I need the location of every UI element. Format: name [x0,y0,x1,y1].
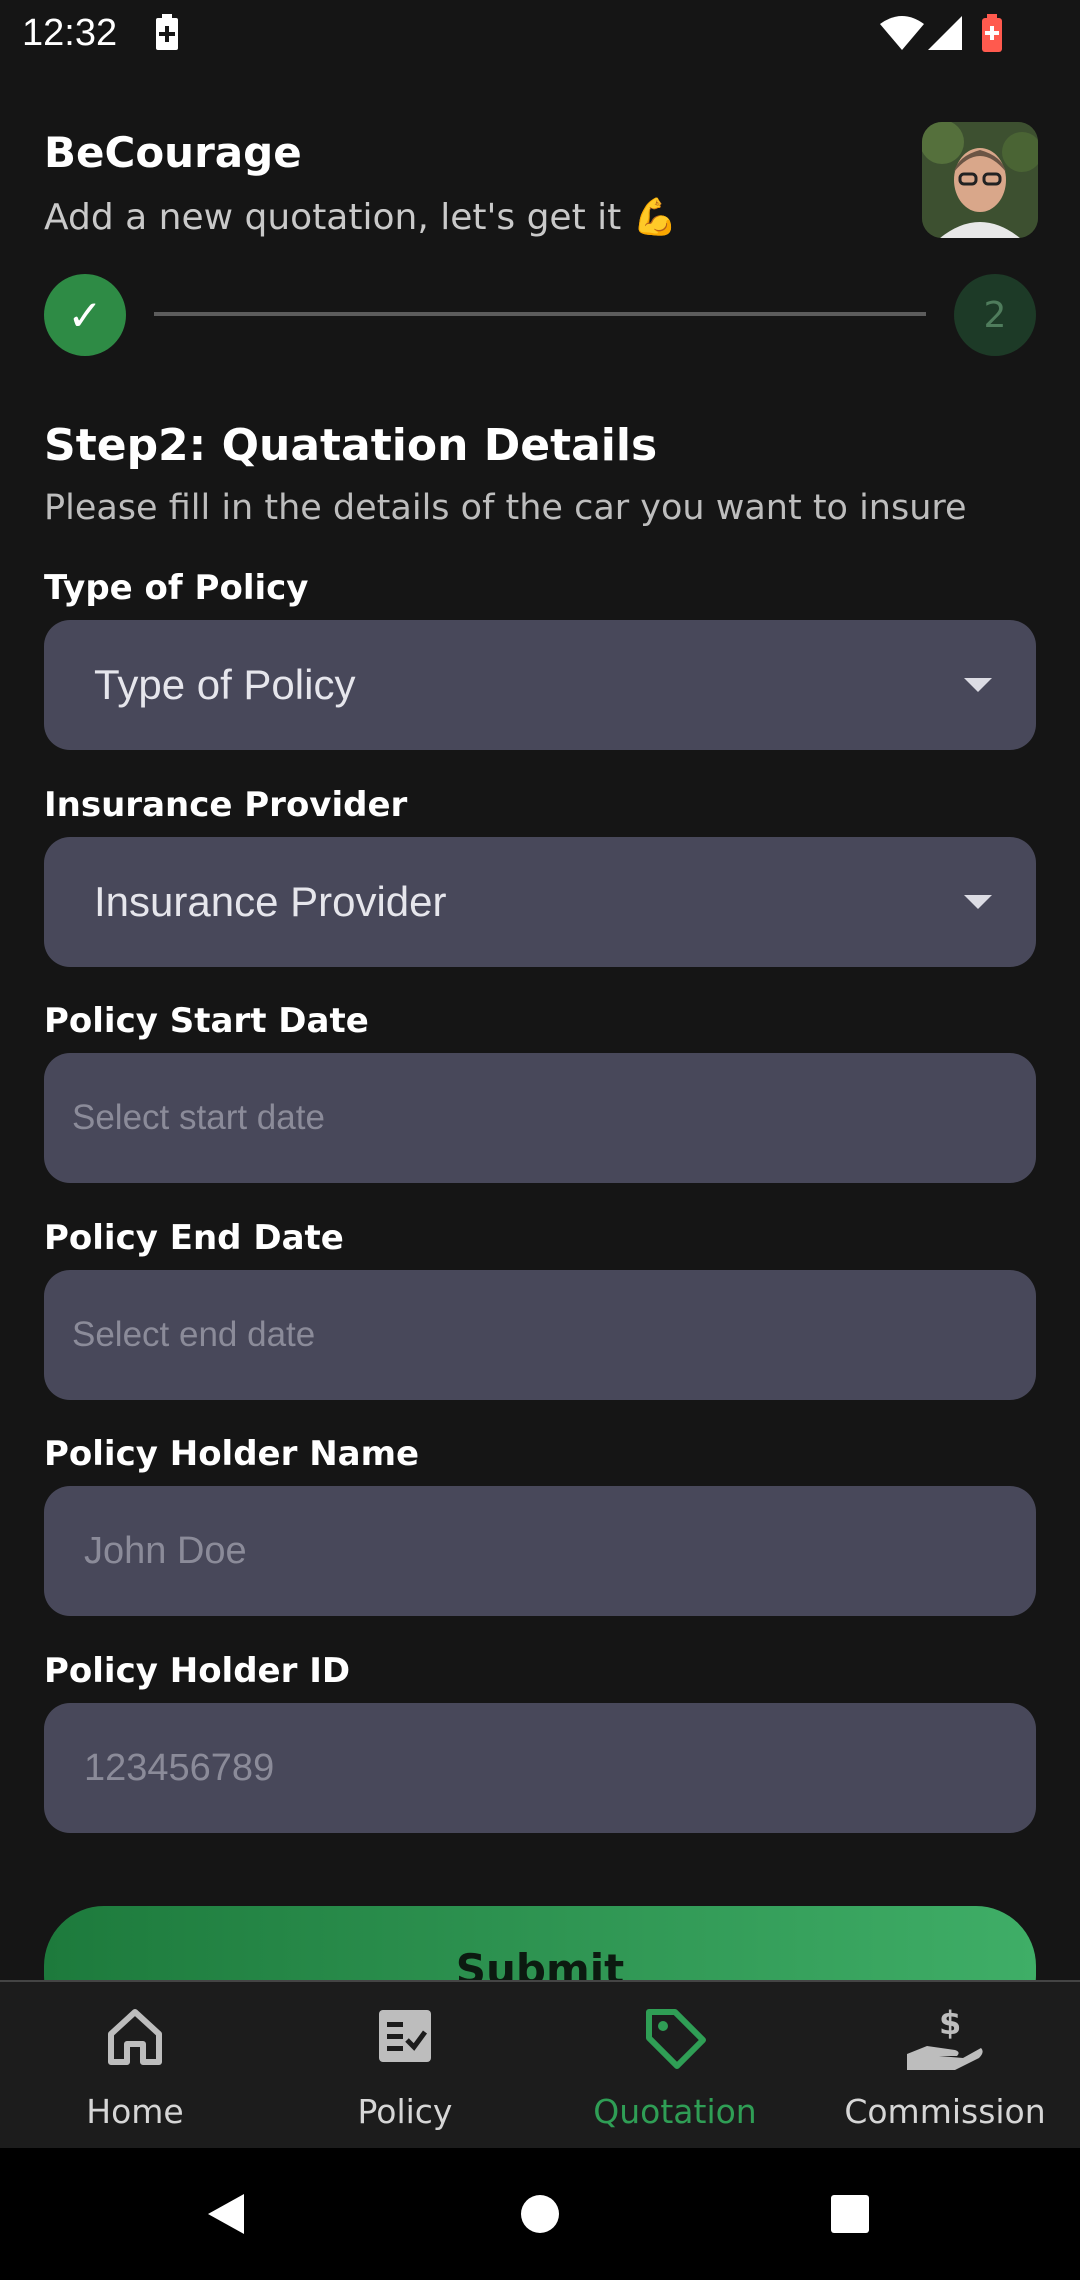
nav-item-commission[interactable]: $ Commission [810,1982,1080,2150]
policy-icon [373,2004,437,2072]
start-date-label: Policy Start Date [44,1001,369,1041]
holder-name-label: Policy Holder Name [44,1434,420,1474]
bottom-navigation: Home Policy Quotation $ Commission [0,1980,1080,2150]
dropdown-caret-icon [964,895,992,909]
tag-icon [641,2004,709,2076]
step-1-complete-indicator: ✓ [44,274,126,356]
app-title: BeCourage [44,128,302,177]
svg-text:$: $ [939,2004,961,2042]
start-date-field[interactable]: Select start date [44,1053,1036,1183]
nav-label-home: Home [86,2092,184,2131]
nav-item-home[interactable]: Home [0,1982,270,2150]
home-circle-icon[interactable] [520,2194,560,2238]
provider-label: Insurance Provider [44,785,408,825]
provider-select[interactable]: Insurance Provider [44,837,1036,967]
system-navigation-bar [0,2148,1080,2280]
page-subtitle: Add a new quotation, let's get it 💪 [44,197,678,238]
policy-type-value: Type of Policy [94,661,356,708]
policy-type-select[interactable]: Type of Policy [44,620,1036,750]
back-icon[interactable] [206,2192,246,2240]
status-time: 12:32 [22,12,118,54]
start-date-placeholder: Select start date [72,1098,325,1137]
nav-label-policy: Policy [357,2092,453,2131]
step-2-indicator: 2 [954,274,1036,356]
stepper-progress-line [154,312,926,316]
battery-low-icon [980,14,1004,56]
wifi-icon [880,16,924,54]
hand-dollar-icon: $ [905,2004,985,2076]
holder-name-placeholder: John Doe [84,1529,247,1572]
nav-item-quotation[interactable]: Quotation [540,1982,810,2150]
end-date-field[interactable]: Select end date [44,1270,1036,1400]
nav-label-commission: Commission [844,2092,1046,2131]
policy-type-label: Type of Policy [44,568,309,608]
battery-saver-icon [154,14,180,54]
recents-icon[interactable] [830,2194,870,2238]
section-title: Step2: Quatation Details [44,420,658,471]
dropdown-caret-icon [964,678,992,692]
holder-id-input[interactable]: 123456789 [44,1703,1036,1833]
holder-id-placeholder: 123456789 [84,1746,275,1789]
nav-item-policy[interactable]: Policy [270,1982,540,2150]
provider-value: Insurance Provider [94,878,447,925]
holder-name-input[interactable]: John Doe [44,1486,1036,1616]
checkmark-icon: ✓ [67,290,103,340]
end-date-placeholder: Select end date [72,1315,316,1354]
avatar[interactable] [922,122,1038,238]
home-icon [103,2004,167,2072]
nav-label-quotation: Quotation [593,2092,757,2131]
status-bar: 12:32 [0,0,1080,66]
section-description: Please fill in the details of the car yo… [44,488,967,528]
holder-id-label: Policy Holder ID [44,1651,351,1691]
cell-signal-icon [928,16,962,54]
end-date-label: Policy End Date [44,1218,344,1258]
